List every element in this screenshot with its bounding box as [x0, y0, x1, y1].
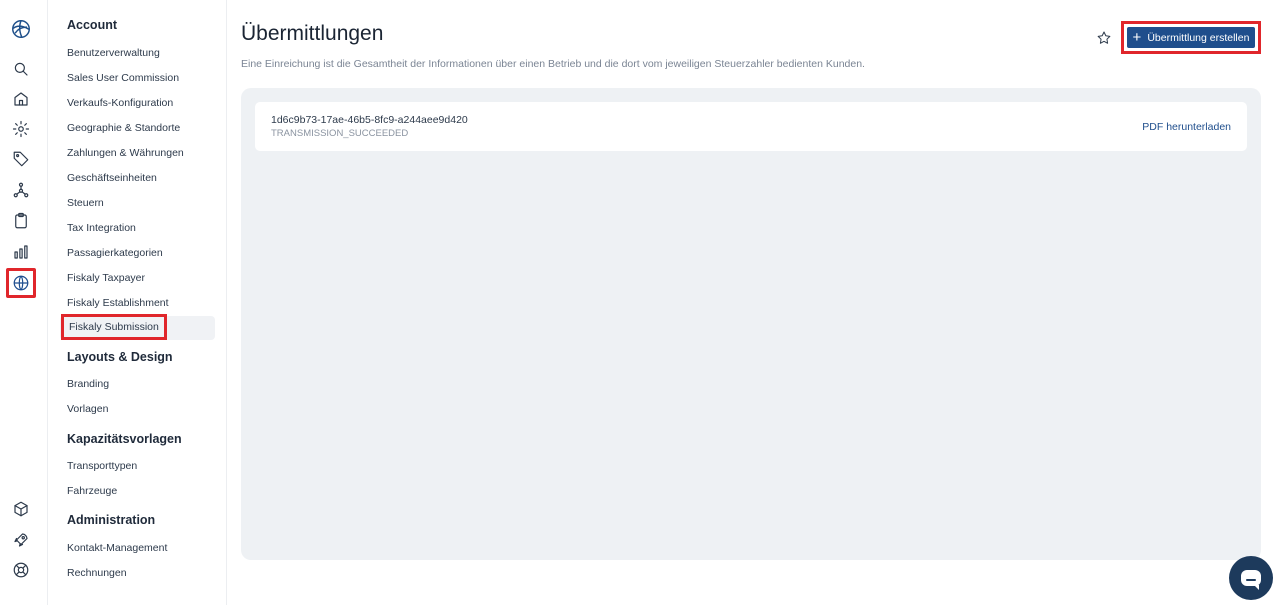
nav-item-geographie[interactable]: Geographie & Standorte	[67, 117, 180, 139]
lifebuoy-icon[interactable]	[8, 557, 34, 583]
download-pdf-link[interactable]: PDF herunterladen	[1142, 121, 1231, 133]
nav-item-benutzerverwaltung[interactable]: Benutzerverwaltung	[67, 42, 160, 64]
icon-rail	[0, 0, 48, 605]
nav-item-verkaufs-konfiguration[interactable]: Verkaufs-Konfiguration	[67, 92, 173, 114]
nav-section-administration: Administration	[67, 513, 156, 527]
package-icon[interactable]	[8, 496, 34, 522]
gear-icon[interactable]	[8, 116, 34, 142]
nav-item-fiskaly-taxpayer[interactable]: Fiskaly Taxpayer	[67, 267, 145, 289]
network-icon[interactable]	[8, 177, 34, 203]
create-submission-label: Übermittlung erstellen	[1147, 31, 1250, 44]
bar-chart-icon[interactable]	[8, 239, 34, 265]
nav-item-tax-integration[interactable]: Tax Integration	[67, 217, 136, 239]
nav-item-fahrzeuge[interactable]: Fahrzeuge	[67, 480, 117, 502]
chat-widget-button[interactable]	[1229, 556, 1273, 600]
favorite-star-icon[interactable]	[1096, 30, 1114, 48]
nav-item-steuern[interactable]: Steuern	[67, 192, 104, 214]
nav-item-rechnungen[interactable]: Rechnungen	[67, 562, 127, 584]
home-icon[interactable]	[8, 86, 34, 112]
nav-item-sales-user-commission[interactable]: Sales User Commission	[67, 67, 179, 89]
nav-item-fiskaly-submission[interactable]: Fiskaly Submission	[61, 314, 167, 340]
tag-icon[interactable]	[8, 146, 34, 172]
submissions-panel: 1d6c9b73-17ae-46b5-8fc9-a244aee9d420 TRA…	[241, 88, 1261, 560]
globe-icon[interactable]	[6, 268, 36, 298]
plus-icon: +	[1132, 29, 1142, 46]
page-title: Übermittlungen	[241, 22, 384, 45]
create-submission-button-highlight: + Übermittlung erstellen	[1121, 21, 1261, 54]
nav-item-passagierkategorien[interactable]: Passagierkategorien	[67, 242, 163, 264]
page-description: Eine Einreichung ist die Gesamtheit der …	[241, 58, 865, 70]
chat-icon	[1241, 570, 1261, 590]
search-icon[interactable]	[8, 56, 34, 82]
rocket-icon[interactable]	[8, 527, 34, 553]
submission-status: TRANSMISSION_SUCCEEDED	[271, 128, 409, 139]
nav-section-kapazitaet: Kapazitätsvorlagen	[67, 432, 182, 446]
nav-item-branding[interactable]: Branding	[67, 373, 109, 395]
nav-item-fiskaly-establishment[interactable]: Fiskaly Establishment	[67, 292, 169, 314]
nav-item-transporttypen[interactable]: Transporttypen	[67, 455, 137, 477]
nav-item-zahlungen[interactable]: Zahlungen & Währungen	[67, 142, 184, 164]
nav-item-geschaeftseinheiten[interactable]: Geschäftseinheiten	[67, 167, 157, 189]
settings-nav: Account Benutzerverwaltung Sales User Co…	[48, 0, 227, 605]
submission-card[interactable]: 1d6c9b73-17ae-46b5-8fc9-a244aee9d420 TRA…	[255, 102, 1247, 151]
nav-section-account: Account	[67, 18, 117, 32]
nav-item-kontakt-management[interactable]: Kontakt-Management	[67, 537, 167, 559]
submission-id: 1d6c9b73-17ae-46b5-8fc9-a244aee9d420	[271, 114, 468, 126]
logo-icon[interactable]	[8, 16, 34, 42]
create-submission-button[interactable]: + Übermittlung erstellen	[1127, 27, 1255, 48]
nav-section-layouts: Layouts & Design	[67, 350, 173, 364]
clipboard-icon[interactable]	[8, 208, 34, 234]
nav-item-vorlagen[interactable]: Vorlagen	[67, 398, 108, 420]
